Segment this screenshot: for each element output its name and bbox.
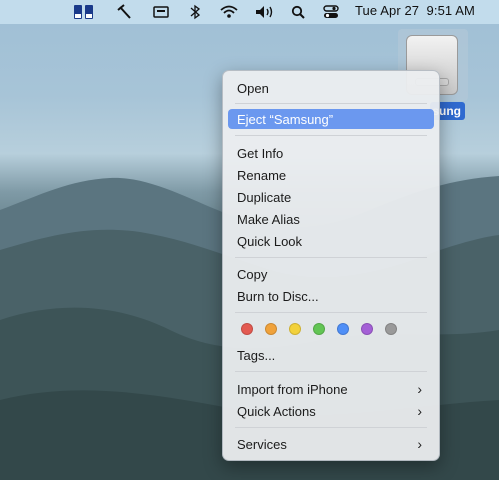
menu-item-rename[interactable]: Rename: [228, 165, 434, 185]
menu-bar: Tue Apr 27 9:51 AM: [0, 0, 499, 24]
tag-orange-dot[interactable]: [265, 323, 277, 335]
menu-item-duplicate[interactable]: Duplicate: [228, 187, 434, 207]
hammer-icon[interactable]: [116, 3, 134, 21]
desktop-background: Tue Apr 27 9:51 AM sung Open Eject “Sams…: [0, 0, 499, 480]
tag-green-dot[interactable]: [313, 323, 325, 335]
menu-item-services[interactable]: Services ›: [228, 434, 434, 454]
status-bars-icon[interactable]: [72, 3, 96, 21]
menu-item-open[interactable]: Open: [228, 78, 434, 98]
menu-item-label: Quick Actions: [237, 403, 316, 419]
chevron-right-icon: ›: [417, 381, 422, 397]
menu-item-burn[interactable]: Burn to Disc...: [228, 286, 434, 306]
menu-item-quick-actions[interactable]: Quick Actions ›: [228, 401, 434, 421]
menu-item-label: Services: [237, 436, 287, 452]
menu-separator: [235, 257, 427, 258]
display-icon[interactable]: [152, 3, 170, 21]
menu-item-copy[interactable]: Copy: [228, 264, 434, 284]
menu-separator: [235, 312, 427, 313]
menu-separator: [235, 427, 427, 428]
context-menu: Open Eject “Samsung” Get Info Rename Dup…: [222, 70, 440, 461]
menu-item-get-info[interactable]: Get Info: [228, 143, 434, 163]
tag-red-dot[interactable]: [241, 323, 253, 335]
control-center-icon[interactable]: [322, 3, 340, 21]
menu-item-quick-look[interactable]: Quick Look: [228, 231, 434, 251]
bluetooth-icon[interactable]: [188, 3, 202, 21]
tag-yellow-dot[interactable]: [289, 323, 301, 335]
wifi-icon[interactable]: [219, 3, 239, 21]
menu-item-label: Import from iPhone: [237, 381, 348, 397]
menu-separator: [235, 135, 427, 136]
menu-separator: [235, 371, 427, 372]
menu-item-make-alias[interactable]: Make Alias: [228, 209, 434, 229]
tag-blue-dot[interactable]: [337, 323, 349, 335]
tag-purple-dot[interactable]: [361, 323, 373, 335]
menu-item-eject[interactable]: Eject “Samsung”: [228, 109, 434, 129]
menu-item-tags[interactable]: Tags...: [228, 345, 434, 365]
search-icon[interactable]: [290, 3, 306, 21]
tag-gray-dot[interactable]: [385, 323, 397, 335]
chevron-right-icon: ›: [417, 403, 422, 419]
menubar-clock[interactable]: Tue Apr 27 9:51 AM: [355, 3, 475, 18]
menu-separator: [235, 103, 427, 104]
menu-item-import-iphone[interactable]: Import from iPhone ›: [228, 379, 434, 399]
chevron-right-icon: ›: [417, 436, 422, 452]
volume-icon[interactable]: [255, 3, 275, 21]
